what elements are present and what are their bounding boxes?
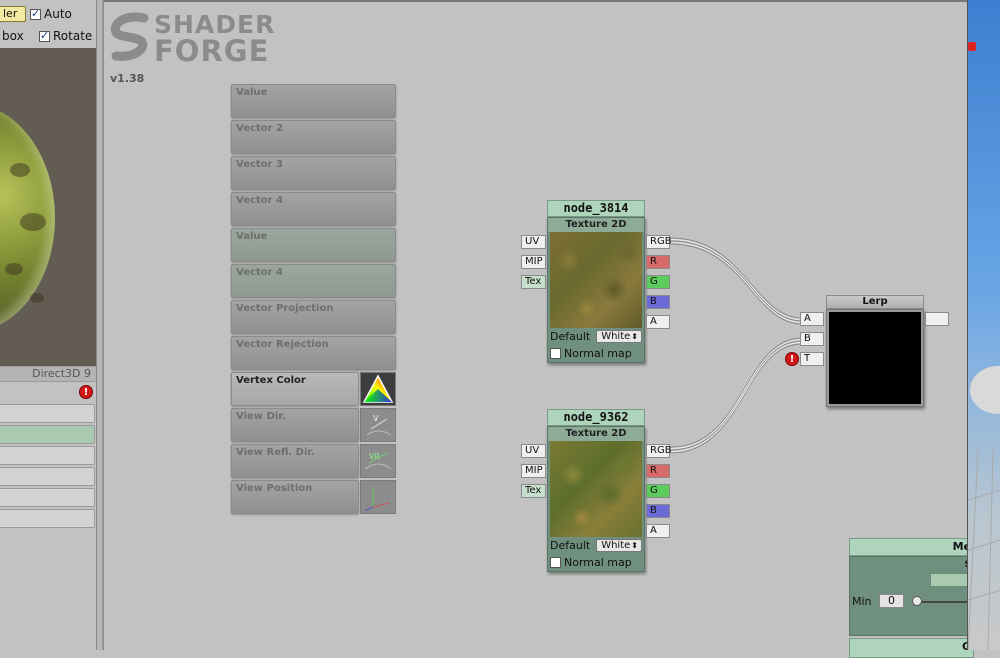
normal-map-row[interactable]: Normal map <box>548 345 644 362</box>
normal-map-label: Normal map <box>564 556 632 569</box>
rotate-toggle[interactable]: Rotate <box>39 26 92 46</box>
box-label: box <box>2 29 24 43</box>
texture-preview[interactable] <box>550 232 642 328</box>
lerp-output-port[interactable] <box>925 312 949 326</box>
render-api-bar: Direct3D 9 <box>0 366 96 382</box>
auto-checkbox[interactable] <box>30 7 41 20</box>
auto-label: Auto <box>44 7 72 21</box>
property-field-1[interactable] <box>0 404 95 423</box>
node-title[interactable]: Lerp <box>826 295 924 309</box>
input-port-mip[interactable]: MIP <box>521 464 546 478</box>
input-port-uv[interactable]: UV <box>521 235 546 249</box>
output-port-b[interactable]: B <box>646 504 670 518</box>
property-field-6[interactable] <box>0 509 95 528</box>
default-row: Default White <box>548 537 644 554</box>
render-api-label: Direct3D 9 <box>32 367 91 380</box>
rotate-checkbox[interactable] <box>39 29 50 42</box>
rotate-label: Rotate <box>53 29 93 43</box>
output-port-rgb[interactable]: RGB <box>646 235 672 249</box>
slider-handle[interactable] <box>912 596 922 606</box>
default-label: Default <box>550 539 591 552</box>
input-port-tex[interactable]: Tex <box>521 275 546 289</box>
input-port-uv[interactable]: UV <box>521 444 546 458</box>
shader-preview-viewport[interactable] <box>0 48 96 366</box>
default-label: Default <box>550 330 591 343</box>
preview-panel: ler Auto box Rotate Direct3D 9 ! <box>0 0 97 650</box>
node-type-label: Texture 2D <box>548 427 644 441</box>
node-body: Texture 2D Default White Normal map <box>547 426 645 572</box>
property-field-4[interactable] <box>0 467 95 486</box>
output-port-g[interactable]: G <box>646 484 670 498</box>
output-port-r[interactable]: R <box>646 464 670 478</box>
texture-node[interactable]: node_3814 Texture 2D Default White Norma… <box>547 200 645 363</box>
close-icon[interactable] <box>968 42 976 51</box>
slider-property-node[interactable]: Me S Min 0 <box>849 538 980 636</box>
scene-view-edge <box>967 0 1000 650</box>
input-port-t[interactable]: T <box>800 352 824 366</box>
default-dropdown[interactable]: White <box>596 330 642 343</box>
texture-preview[interactable] <box>550 441 642 537</box>
node-title[interactable]: G <box>849 638 974 658</box>
node-title[interactable]: Me <box>849 538 974 556</box>
input-port-b[interactable]: B <box>800 332 824 346</box>
node-title[interactable]: node_9362 <box>547 409 645 426</box>
warning-icon[interactable]: ! <box>79 385 93 399</box>
input-port-a[interactable]: A <box>800 312 824 326</box>
normal-map-row[interactable]: Normal map <box>548 554 644 571</box>
preview-mode-label: ler <box>3 7 18 20</box>
preview-sphere <box>0 103 55 333</box>
output-port-a[interactable]: A <box>646 524 670 538</box>
normal-map-label: Normal map <box>564 347 632 360</box>
warning-icon[interactable]: ! <box>785 352 799 366</box>
default-dropdown[interactable]: White <box>596 539 642 552</box>
normal-map-checkbox[interactable] <box>550 348 561 359</box>
normal-map-checkbox[interactable] <box>550 557 561 568</box>
node-body: S Min 0 <box>849 556 980 636</box>
lerp-node[interactable]: Lerp <box>826 295 924 407</box>
node-body: Texture 2D Default White Normal map <box>547 217 645 363</box>
property-field-2[interactable] <box>0 425 95 444</box>
property-field-3[interactable] <box>0 446 95 465</box>
auto-toggle[interactable]: Auto <box>30 4 72 24</box>
output-port-b[interactable]: B <box>646 295 670 309</box>
output-port-rgb[interactable]: RGB <box>646 444 672 458</box>
input-port-tex[interactable]: Tex <box>521 484 546 498</box>
default-row: Default White <box>548 328 644 345</box>
output-port-r[interactable]: R <box>646 255 670 269</box>
min-value-field[interactable]: 0 <box>879 594 904 608</box>
input-port-mip[interactable]: MIP <box>521 255 546 269</box>
output-port-a[interactable]: A <box>646 315 670 329</box>
node-title[interactable]: node_3814 <box>547 200 645 217</box>
lerp-preview <box>829 312 921 404</box>
box-label-row: box <box>2 26 24 46</box>
preview-mode-button[interactable]: ler <box>0 6 26 22</box>
min-label: Min <box>852 595 872 608</box>
scene-grid-icon <box>968 366 1000 650</box>
texture-node[interactable]: node_9362 Texture 2D Default White Norma… <box>547 409 645 572</box>
slider-track[interactable] <box>914 601 974 603</box>
node-body <box>826 309 924 407</box>
property-field-5[interactable] <box>0 488 95 507</box>
output-port-g[interactable]: G <box>646 275 670 289</box>
node-type-label: Texture 2D <box>548 218 644 232</box>
node-canvas[interactable]: SHADER FORGE v1.38 Value Vector 2 Vector… <box>103 0 980 658</box>
